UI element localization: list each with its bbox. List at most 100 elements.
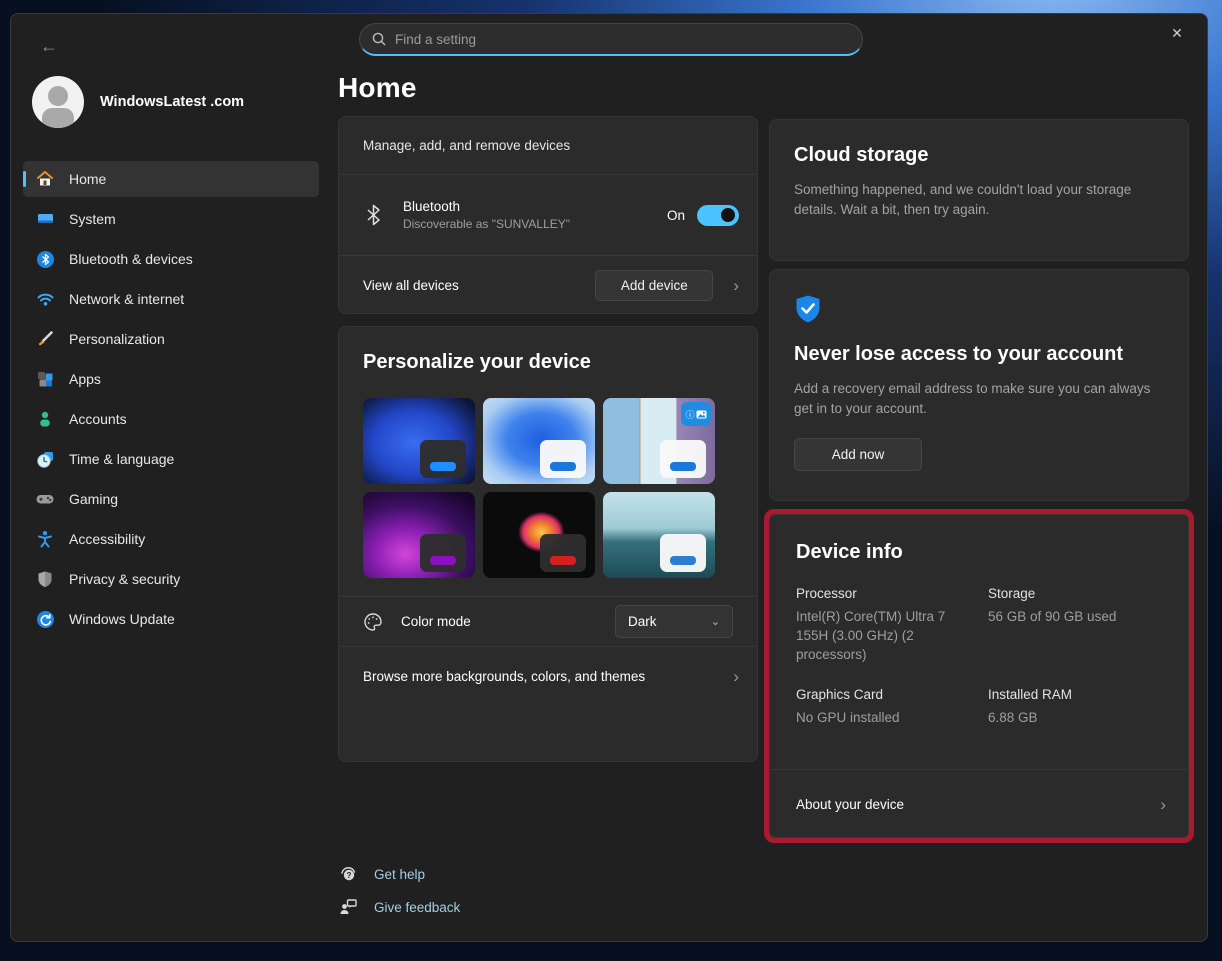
palette-icon — [363, 612, 383, 632]
sidebar-item-privacy-security[interactable]: Privacy & security — [23, 561, 319, 597]
device-info-card: Device info Processor Intel(R) Core(TM) … — [769, 514, 1189, 838]
theme-thumbnail-2[interactable] — [483, 398, 595, 484]
account-card-body: Add a recovery email address to make sur… — [794, 379, 1164, 418]
sidebar-item-gaming[interactable]: Gaming — [23, 481, 319, 517]
sidebar-item-bluetooth-devices[interactable]: Bluetooth & devices — [23, 241, 319, 277]
sidebar-item-time-language[interactable]: Time & language — [23, 441, 319, 477]
brush-icon — [35, 329, 55, 349]
update-icon — [35, 609, 55, 629]
add-now-button[interactable]: Add now — [794, 438, 922, 471]
give-feedback-link[interactable]: Give feedback — [338, 897, 460, 917]
sidebar-item-label: Time & language — [69, 451, 174, 467]
device-info-title: Device info — [796, 541, 1162, 564]
sidebar-item-system[interactable]: System — [23, 201, 319, 237]
account-card-title: Never lose access to your account — [794, 343, 1164, 366]
svg-text:?: ? — [347, 871, 352, 880]
personalize-title: Personalize your device — [339, 327, 757, 390]
shield-check-icon — [794, 294, 1164, 329]
manage-devices-row[interactable]: Manage, add, and remove devices — [339, 117, 757, 174]
sidebar-item-windows-update[interactable]: Windows Update — [23, 601, 319, 637]
home-icon — [35, 169, 55, 189]
user-name: WindowsLatest .com — [100, 94, 244, 110]
feedback-icon — [338, 897, 358, 917]
bluetooth-subtitle: Discoverable as "SUNVALLEY" — [403, 217, 647, 231]
view-all-devices-row[interactable]: View all devices Add device › — [339, 256, 757, 315]
bluetooth-row: Bluetooth Discoverable as "SUNVALLEY" On — [339, 175, 757, 255]
page-title: Home — [338, 72, 417, 104]
theme-thumbnail-4[interactable] — [363, 492, 475, 578]
account-recovery-card: Never lose access to your account Add a … — [769, 269, 1189, 501]
bluetooth-glyph-icon — [363, 205, 383, 225]
sidebar-item-network-internet[interactable]: Network & internet — [23, 281, 319, 317]
wifi-icon — [35, 289, 55, 309]
cloud-storage-title: Cloud storage — [794, 144, 1164, 167]
red-highlight-annotation: Device info Processor Intel(R) Core(TM) … — [764, 509, 1194, 843]
accessibility-icon — [35, 529, 55, 549]
theme-grid: ⓘ — [339, 390, 757, 596]
sidebar-item-label: Windows Update — [69, 611, 175, 627]
color-mode-label: Color mode — [401, 614, 597, 629]
sidebar: WindowsLatest .com Home System Bluetooth… — [11, 14, 329, 941]
chevron-right-icon: › — [1160, 796, 1166, 813]
device-field-ram: Installed RAM 6.88 GB — [988, 687, 1162, 728]
get-help-icon: ? — [338, 864, 358, 884]
chevron-down-icon: ⌄ — [711, 615, 720, 628]
add-device-button[interactable]: Add device — [595, 270, 713, 301]
sidebar-item-label: Accessibility — [69, 531, 145, 547]
sidebar-item-apps[interactable]: Apps — [23, 361, 319, 397]
search-icon — [372, 32, 386, 46]
avatar — [32, 76, 84, 128]
sidebar-nav: Home System Bluetooth & devices Network … — [23, 161, 319, 637]
device-info-grid: Processor Intel(R) Core(TM) Ultra 7 155H… — [796, 586, 1162, 728]
cloud-storage-body: Something happened, and we couldn't load… — [794, 180, 1164, 219]
footer-links: ? Get help Give feedback — [338, 864, 460, 917]
close-icon[interactable]: ✕ — [1155, 16, 1199, 50]
browse-themes-row[interactable]: Browse more backgrounds, colors, and the… — [339, 647, 757, 705]
sidebar-item-accounts[interactable]: Accounts — [23, 401, 319, 437]
get-help-link[interactable]: ? Get help — [338, 864, 460, 884]
sidebar-item-label: Accounts — [69, 411, 127, 427]
sidebar-item-label: Apps — [69, 371, 101, 387]
system-icon — [35, 209, 55, 229]
accounts-icon — [35, 409, 55, 429]
theme-thumbnail-6[interactable] — [603, 492, 715, 578]
device-field-processor: Processor Intel(R) Core(TM) Ultra 7 155H… — [796, 586, 970, 665]
sidebar-item-accessibility[interactable]: Accessibility — [23, 521, 319, 557]
color-mode-row: Color mode Dark ⌄ — [339, 597, 757, 646]
cloud-storage-card: Cloud storage Something happened, and we… — [769, 119, 1189, 261]
chevron-right-icon: › — [733, 277, 739, 294]
sidebar-item-label: Privacy & security — [69, 571, 180, 587]
shield-icon — [35, 569, 55, 589]
bluetooth-toggle[interactable] — [697, 205, 739, 226]
bluetooth-devices-card: Manage, add, and remove devices Bluetoot… — [338, 116, 758, 314]
spotlight-badge-icon: ⓘ — [681, 402, 711, 426]
sidebar-item-label: Home — [69, 171, 106, 187]
theme-thumbnail-5[interactable] — [483, 492, 595, 578]
chevron-right-icon: › — [733, 668, 739, 685]
sidebar-item-label: Network & internet — [69, 291, 184, 307]
divider — [770, 769, 1188, 770]
bluetooth-icon — [35, 249, 55, 269]
about-your-device-row[interactable]: About your device › — [770, 771, 1188, 837]
sidebar-item-home[interactable]: Home — [23, 161, 319, 197]
personalize-card: Personalize your device ⓘ — [338, 326, 758, 762]
theme-thumbnail-1[interactable] — [363, 398, 475, 484]
sidebar-item-personalization[interactable]: Personalization — [23, 321, 319, 357]
device-field-graphics: Graphics Card No GPU installed — [796, 687, 970, 728]
sidebar-item-label: Personalization — [69, 331, 165, 347]
theme-thumbnail-3[interactable]: ⓘ — [603, 398, 715, 484]
user-profile[interactable]: WindowsLatest .com — [32, 76, 244, 128]
search-box[interactable] — [359, 23, 863, 56]
apps-icon — [35, 369, 55, 389]
sidebar-item-label: Gaming — [69, 491, 118, 507]
color-mode-dropdown[interactable]: Dark ⌄ — [615, 605, 733, 638]
search-input[interactable] — [395, 32, 850, 47]
clock-icon — [35, 449, 55, 469]
settings-window: ← ✕ WindowsLatest .com Home — [10, 13, 1208, 942]
sidebar-item-label: Bluetooth & devices — [69, 251, 193, 267]
gamepad-icon — [35, 489, 55, 509]
bluetooth-title: Bluetooth — [403, 199, 647, 214]
sidebar-item-label: System — [69, 211, 116, 227]
device-field-storage: Storage 56 GB of 90 GB used — [988, 586, 1162, 665]
toggle-state-label: On — [667, 208, 685, 223]
